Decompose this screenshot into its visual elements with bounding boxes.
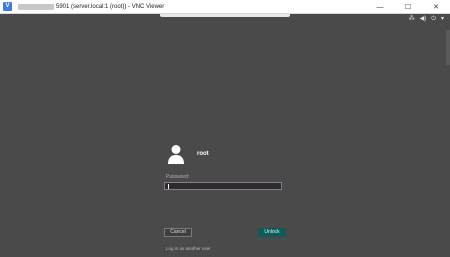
vnc-toolbar-handle[interactable] xyxy=(160,14,290,17)
scrollbar[interactable] xyxy=(446,30,450,65)
window-title: 5901 (server.local:1 (root)) - VNC Viewe… xyxy=(56,3,165,10)
password-label: Password: xyxy=(166,174,190,180)
password-field[interactable] xyxy=(164,182,282,190)
vnc-viewer-window: V 5901 (server.local:1 (root)) - VNC Vie… xyxy=(0,0,450,257)
text-caret xyxy=(168,184,169,189)
redacted-hostname xyxy=(18,3,54,10)
power-icon[interactable]: ⏻ xyxy=(431,15,436,23)
network-icon[interactable]: ⁂ xyxy=(409,15,415,23)
close-button[interactable]: ✕ xyxy=(422,0,450,14)
window-controls: — ☐ ✕ xyxy=(366,0,450,14)
unlock-button[interactable]: Unlock xyxy=(258,228,286,237)
cancel-button[interactable]: Cancel xyxy=(164,228,192,237)
username-label: root xyxy=(197,151,209,157)
lock-panel: root Password: xyxy=(164,144,286,190)
avatar-icon xyxy=(168,145,184,164)
vnc-viewer-app-icon: V xyxy=(3,2,12,11)
log-in-as-another-user-link[interactable]: Log in as another user xyxy=(166,246,211,251)
maximize-button[interactable]: ☐ xyxy=(394,0,422,14)
volume-icon[interactable]: ◀) xyxy=(420,15,427,23)
chevron-down-icon[interactable]: ▾ xyxy=(441,15,444,23)
title-bar: V 5901 (server.local:1 (root)) - VNC Vie… xyxy=(0,0,450,14)
button-row: Cancel Unlock xyxy=(164,228,286,237)
user-row: root xyxy=(167,144,286,164)
minimize-button[interactable]: — xyxy=(366,0,394,14)
system-tray: ⁂ ◀) ⏻ ▾ xyxy=(409,15,444,23)
